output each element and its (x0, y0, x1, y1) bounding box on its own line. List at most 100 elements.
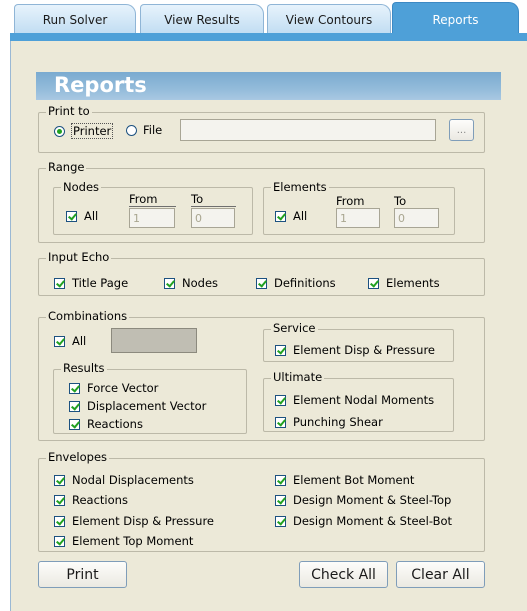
clear-all-button[interactable]: Clear All (396, 561, 485, 588)
checkbox-label: Element Disp & Pressure (72, 514, 214, 528)
print-to-legend: Print to (46, 104, 92, 118)
tab-label: Reports (432, 12, 479, 27)
elements-from-label: From (336, 194, 380, 209)
check-icon (275, 210, 286, 222)
checkbox-label: Elements (386, 276, 440, 290)
nodes-to-input[interactable]: 0 (191, 208, 235, 228)
check-icon (54, 515, 65, 527)
check-icon (275, 394, 286, 406)
elements-to-input[interactable]: 0 (394, 208, 439, 228)
tab-strip-bar (10, 33, 527, 41)
check-icon (54, 474, 65, 486)
nodes-all-checkbox[interactable]: All (66, 209, 98, 223)
ultimate-legend: Ultimate (271, 370, 325, 384)
check-icon (69, 382, 80, 394)
elements-all-checkbox[interactable]: All (275, 209, 307, 223)
checkbox-label: Design Moment & Steel-Top (293, 493, 452, 507)
radio-selected-icon (54, 125, 65, 137)
checkbox-label: Punching Shear (293, 415, 383, 429)
check-icon (275, 515, 286, 527)
checkbox-label: Title Page (72, 276, 129, 290)
tab-label: View Results (164, 13, 240, 27)
check-icon (275, 416, 286, 428)
check-icon (256, 277, 267, 289)
browse-button[interactable]: ... (449, 119, 474, 141)
checkbox-label: Design Moment & Steel-Bot (293, 514, 453, 528)
envelopes-legend: Envelopes (46, 450, 110, 464)
combinations-all-label: All (72, 334, 87, 348)
tab-label: Run Solver (42, 13, 108, 27)
print-button[interactable]: Print (38, 561, 127, 588)
check-icon (164, 277, 175, 289)
nodes-from-label: From (129, 192, 176, 207)
tab-label: View Contours (285, 13, 373, 27)
check-icon (69, 400, 80, 412)
results-force-vector-checkbox[interactable]: Force Vector (69, 381, 158, 395)
checkbox-label: Element Disp & Pressure (293, 343, 435, 357)
tab-reports[interactable]: Reports (392, 2, 519, 36)
combinations-color-swatch[interactable] (111, 328, 197, 353)
input-echo-legend: Input Echo (46, 250, 112, 264)
tab-view-results[interactable]: View Results (140, 4, 264, 35)
echo-definitions-checkbox[interactable]: Definitions (256, 276, 336, 290)
checkbox-label: Definitions (274, 276, 336, 290)
check-icon (275, 494, 286, 506)
checkbox-label: Displacement Vector (87, 399, 207, 413)
checkbox-label: Element Bot Moment (293, 473, 415, 487)
check-icon (54, 277, 65, 289)
ultimate-element-nodal-moments-checkbox[interactable]: Element Nodal Moments (275, 393, 434, 407)
file-path-input[interactable] (180, 119, 436, 141)
service-element-disp-pressure-checkbox[interactable]: Element Disp & Pressure (275, 343, 435, 357)
combinations-all-checkbox[interactable]: All (54, 334, 86, 348)
envelope-reactions-checkbox[interactable]: Reactions (54, 493, 128, 507)
file-radio[interactable]: File (126, 123, 162, 137)
file-label: File (143, 123, 163, 137)
nodes-to-label: To (191, 192, 236, 207)
checkbox-label: Element Top Moment (72, 534, 194, 548)
check-icon (54, 494, 65, 506)
checkbox-label: Reactions (87, 417, 143, 431)
check-icon (54, 535, 65, 547)
results-legend: Results (61, 361, 107, 375)
checkbox-label: Element Nodal Moments (293, 393, 435, 407)
nodes-from-input[interactable]: 1 (129, 208, 175, 228)
printer-radio[interactable]: Printer (54, 123, 114, 139)
range-legend: Range (46, 160, 87, 174)
envelope-element-top-moment-checkbox[interactable]: Element Top Moment (54, 534, 193, 548)
check-icon (66, 210, 77, 222)
checkbox-label: Nodes (182, 276, 219, 290)
page-title: Reports (54, 73, 147, 97)
checkbox-label: Reactions (72, 493, 128, 507)
elements-legend: Elements (271, 180, 329, 194)
check-icon (54, 335, 65, 347)
ultimate-punching-shear-checkbox[interactable]: Punching Shear (275, 415, 383, 429)
echo-elements-checkbox[interactable]: Elements (368, 276, 440, 290)
tab-run-solver[interactable]: Run Solver (14, 4, 136, 35)
check-icon (368, 277, 379, 289)
envelope-nodal-displacements-checkbox[interactable]: Nodal Displacements (54, 473, 194, 487)
combinations-legend: Combinations (46, 309, 130, 323)
check-icon (275, 344, 286, 356)
echo-title-page-checkbox[interactable]: Title Page (54, 276, 128, 290)
elements-all-label: All (293, 209, 308, 223)
elements-to-label: To (394, 194, 439, 209)
check-icon (69, 418, 80, 430)
nodes-all-label: All (84, 209, 99, 223)
checkbox-label: Force Vector (87, 381, 159, 395)
envelope-design-moment-steel-top-checkbox[interactable]: Design Moment & Steel-Top (275, 493, 451, 507)
check-all-button[interactable]: Check All (299, 561, 388, 588)
radio-icon (126, 124, 137, 136)
checkbox-label: Nodal Displacements (72, 473, 194, 487)
results-reactions-checkbox[interactable]: Reactions (69, 417, 143, 431)
service-legend: Service (271, 321, 318, 335)
envelope-design-moment-steel-bot-checkbox[interactable]: Design Moment & Steel-Bot (275, 514, 452, 528)
results-displacement-vector-checkbox[interactable]: Displacement Vector (69, 399, 206, 413)
reports-window: Run Solver View Results View Contours Re… (0, 0, 527, 611)
echo-nodes-checkbox[interactable]: Nodes (164, 276, 218, 290)
check-icon (275, 474, 286, 486)
envelope-element-bot-moment-checkbox[interactable]: Element Bot Moment (275, 473, 414, 487)
elements-from-input[interactable]: 1 (336, 208, 380, 228)
tab-view-contours[interactable]: View Contours (267, 4, 391, 35)
envelope-element-disp-pressure-checkbox[interactable]: Element Disp & Pressure (54, 514, 214, 528)
printer-label: Printer (71, 123, 114, 139)
